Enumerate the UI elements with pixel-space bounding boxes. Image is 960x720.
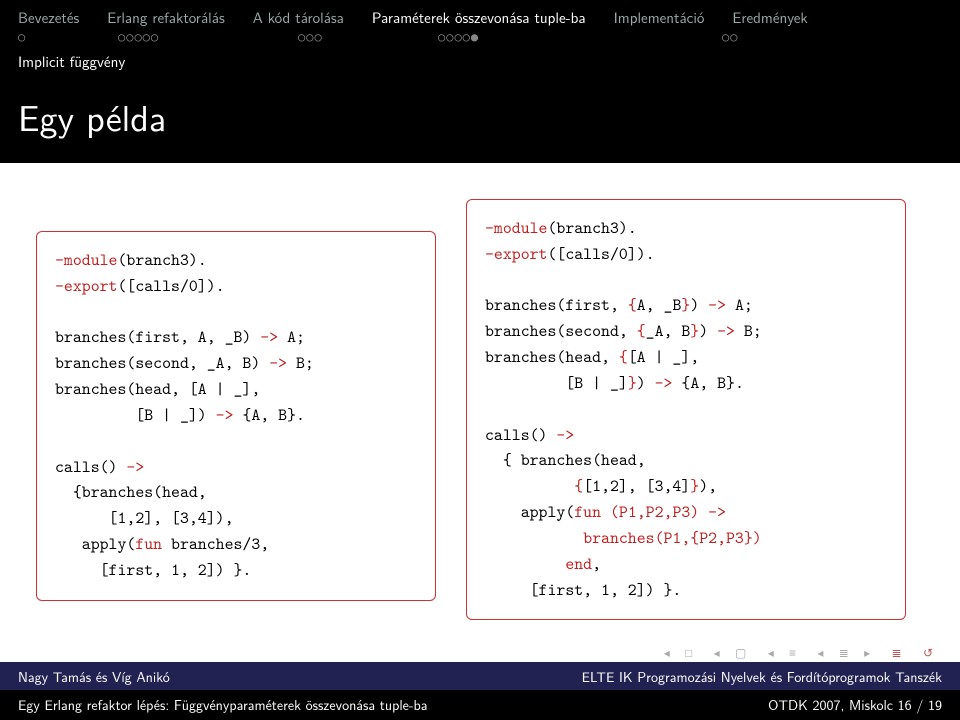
- slide-title: Egy példa: [0, 78, 960, 163]
- nav-subsec-icon[interactable]: ◂ ≡: [768, 646, 802, 660]
- code-before: -module(branch3). -export([calls/0]). br…: [36, 231, 436, 601]
- nav-progress-dots: ○○○○○: [118, 30, 270, 44]
- nav-progress-dots: ○○○: [298, 30, 410, 44]
- beamer-nav-icons[interactable]: ◂ □ ◂ ▢ ◂ ≡ ◂ ≣ ▸ ≣ ↺: [661, 646, 942, 660]
- nav-item[interactable]: Erlang refaktorálás: [107, 6, 224, 28]
- subsection-label: Implicit függvény: [0, 48, 960, 78]
- footer-title: Egy Erlang refaktor lépés: Függvényparam…: [0, 690, 960, 720]
- section-nav: Bevezetés Erlang refaktorálás A kód tárolá…: [0, 0, 960, 48]
- nav-sec-icon[interactable]: ◂ ≣ ▸: [817, 646, 876, 660]
- nav-item[interactable]: Implementáció: [614, 6, 705, 28]
- nav-prev-icon[interactable]: ◂ □: [664, 646, 699, 660]
- nav-item[interactable]: Bevezetés: [18, 6, 79, 28]
- code-after: -module(branch3). -export([calls/0]). br…: [466, 199, 906, 620]
- nav-progress-dots: ○○: [722, 30, 826, 44]
- slide-content: -module(branch3). -export([calls/0]). br…: [0, 163, 960, 620]
- authors: Nagy Tamás és Víg Anikó: [18, 667, 170, 687]
- nav-item[interactable]: A kód tárolása: [253, 6, 344, 28]
- institute: ELTE IK Programozási Nyelvek és Fordítóp…: [582, 667, 942, 687]
- page-number: OTDK 2007, Miskolc 16 / 19: [768, 695, 942, 715]
- footer-authors: Nagy Tamás és Víg Anikó ELTE IK Programo…: [0, 662, 960, 692]
- nav-undo-icon[interactable]: ↺: [923, 646, 939, 660]
- nav-frame-icon[interactable]: ◂ ▢: [714, 646, 753, 660]
- nav-item[interactable]: Eredmények: [732, 6, 807, 28]
- nav-back-icon[interactable]: ≣: [892, 646, 908, 660]
- talk-title: Egy Erlang refaktor lépés: Függvényparam…: [18, 695, 428, 715]
- nav-progress-dots: ○: [18, 30, 90, 44]
- nav-progress-dots: [854, 30, 934, 44]
- nav-progress-dots: ○○○○●: [438, 30, 694, 44]
- nav-item[interactable]: Paraméterek összevonása tuple-ba: [372, 6, 586, 28]
